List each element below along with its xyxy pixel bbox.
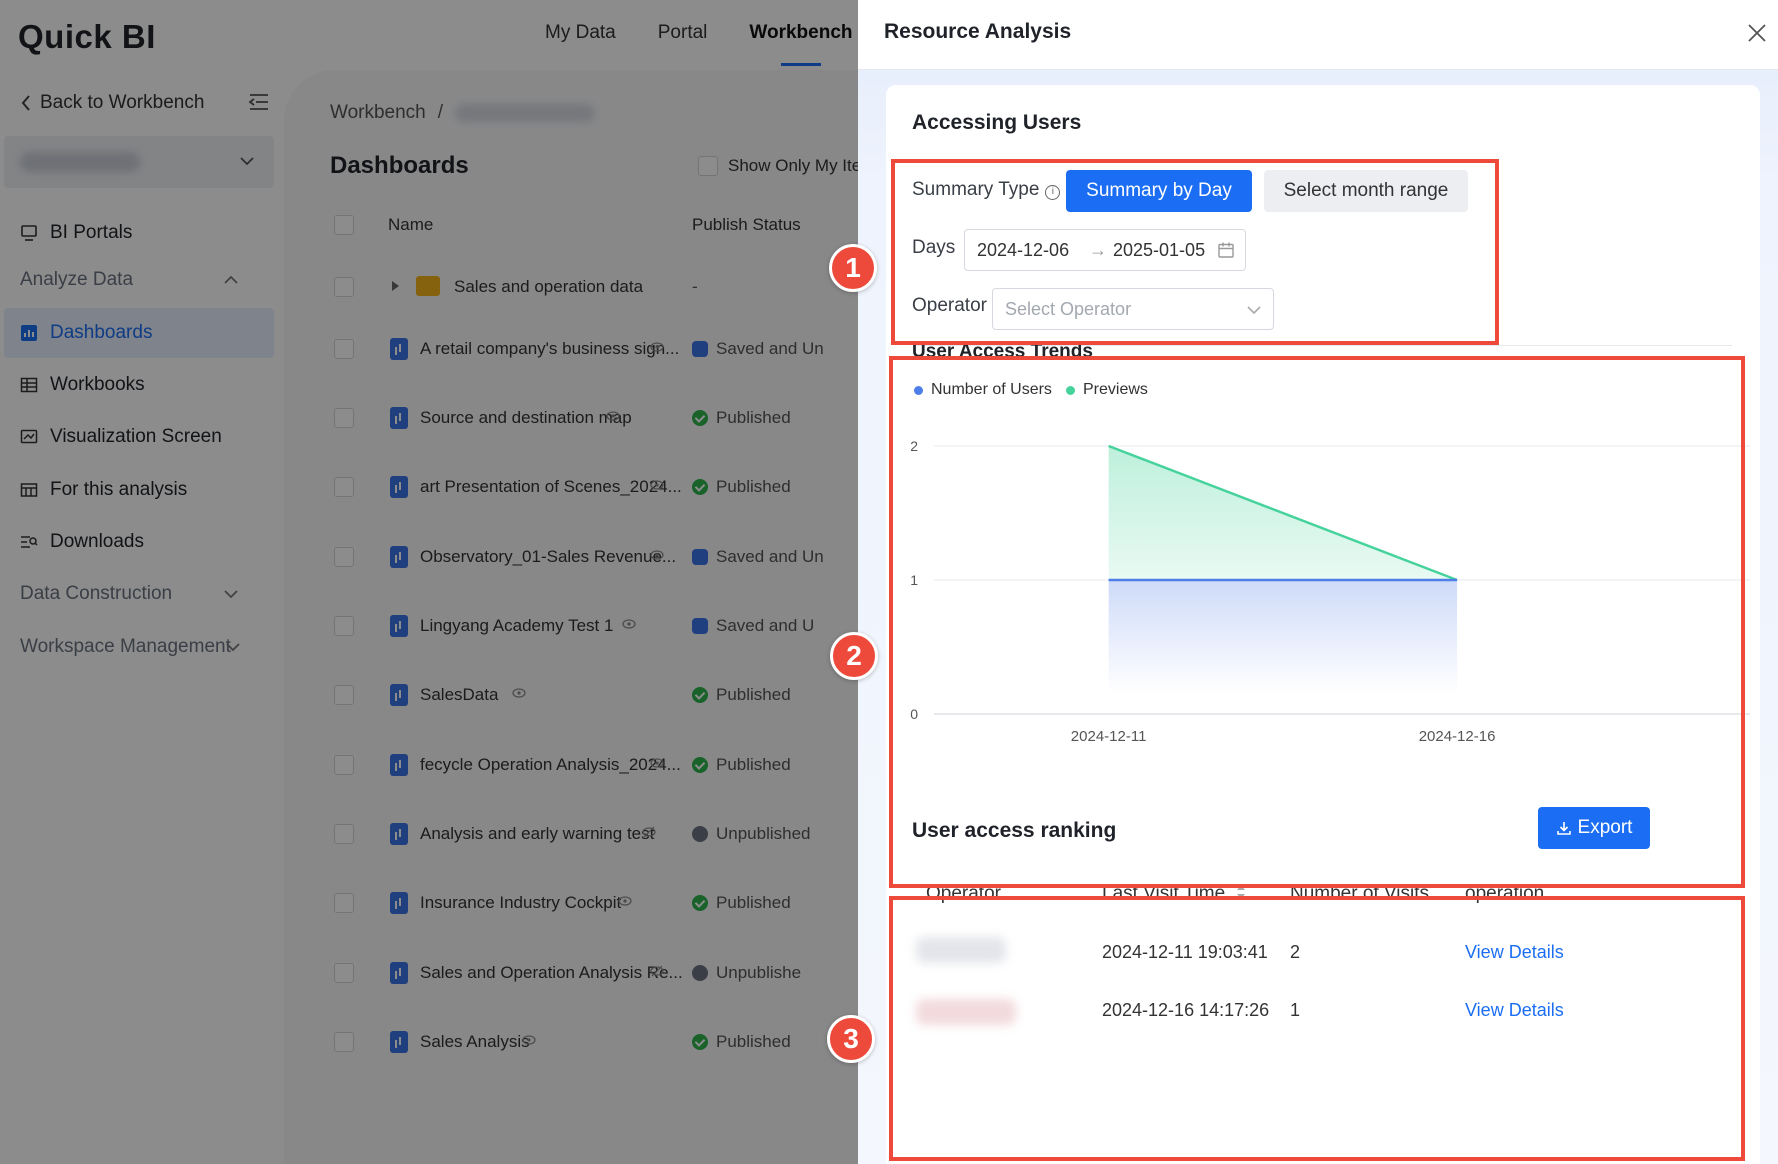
close-icon[interactable] bbox=[1746, 22, 1768, 44]
annotation-badge-2: 2 bbox=[830, 632, 878, 680]
drawer-title: Resource Analysis bbox=[884, 20, 1072, 43]
annotation-box-2 bbox=[889, 356, 1745, 888]
drawer-header: Resource Analysis bbox=[858, 0, 1778, 70]
annotation-box-3 bbox=[889, 896, 1745, 1161]
annotation-box-1 bbox=[891, 159, 1499, 345]
modal-overlay[interactable] bbox=[0, 0, 858, 1164]
annotation-badge-3: 3 bbox=[827, 1015, 875, 1063]
annotation-badge-1: 1 bbox=[829, 244, 877, 292]
accessing-users-title: Accessing Users bbox=[912, 111, 1082, 134]
